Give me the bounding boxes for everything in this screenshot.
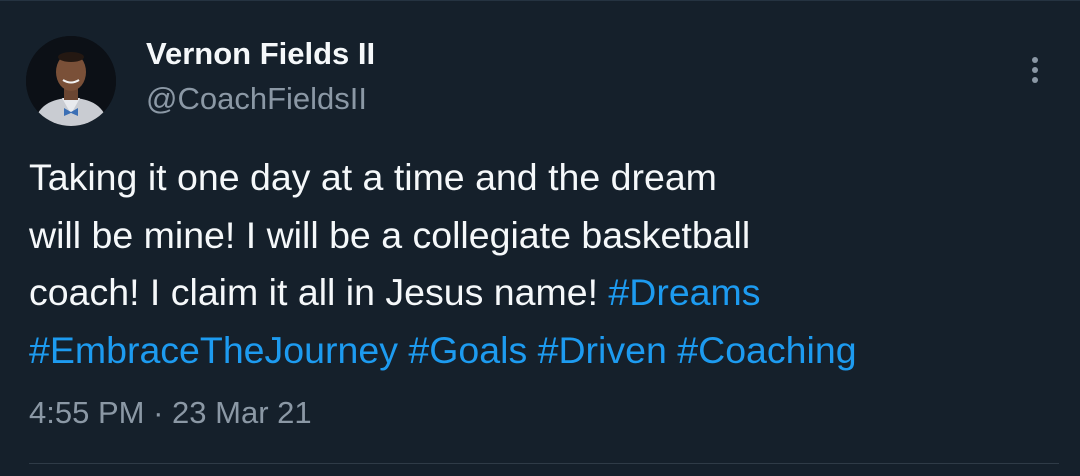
tweet-card: Vernon Fields II @CoachFieldsII Taking i… <box>0 0 1080 476</box>
tweet-text-line: coach! I claim it all in Jesus name! #Dr… <box>29 264 1059 322</box>
tweet-time: 4:55 PM <box>29 395 145 430</box>
top-divider <box>0 0 1080 1</box>
author-handle[interactable]: @CoachFieldsII <box>146 81 367 117</box>
hashtag-link[interactable]: #Driven <box>538 329 667 371</box>
hashtag-link[interactable]: #Coaching <box>677 329 856 371</box>
tweet-timestamp[interactable]: 4:55 PM · 23 Mar 21 <box>29 393 312 433</box>
tweet-date: 23 Mar 21 <box>172 395 312 430</box>
meta-separator: · <box>153 395 164 430</box>
tweet-text-fragment: coach! I claim it all in Jesus name! <box>29 271 609 313</box>
author-name[interactable]: Vernon Fields II <box>146 36 375 72</box>
vertical-ellipsis-icon <box>1032 57 1038 83</box>
tweet-text-line: Taking it one day at a time and the drea… <box>29 156 717 198</box>
hashtag-link[interactable]: #EmbraceTheJourney <box>29 329 398 371</box>
more-options-button[interactable] <box>1018 52 1052 92</box>
hashtag-link[interactable]: #Goals <box>408 329 527 371</box>
tweet-text-line: will be mine! I will be a collegiate bas… <box>29 213 751 256</box>
tweet-text: Taking it one day at a time and the drea… <box>29 149 1059 379</box>
tweet-text-line: #EmbraceTheJourney #Goals #Driven #Coach… <box>29 322 1059 380</box>
hashtag-link[interactable]: #Dreams <box>608 271 760 313</box>
bottom-divider <box>29 463 1059 464</box>
avatar[interactable] <box>26 36 116 126</box>
